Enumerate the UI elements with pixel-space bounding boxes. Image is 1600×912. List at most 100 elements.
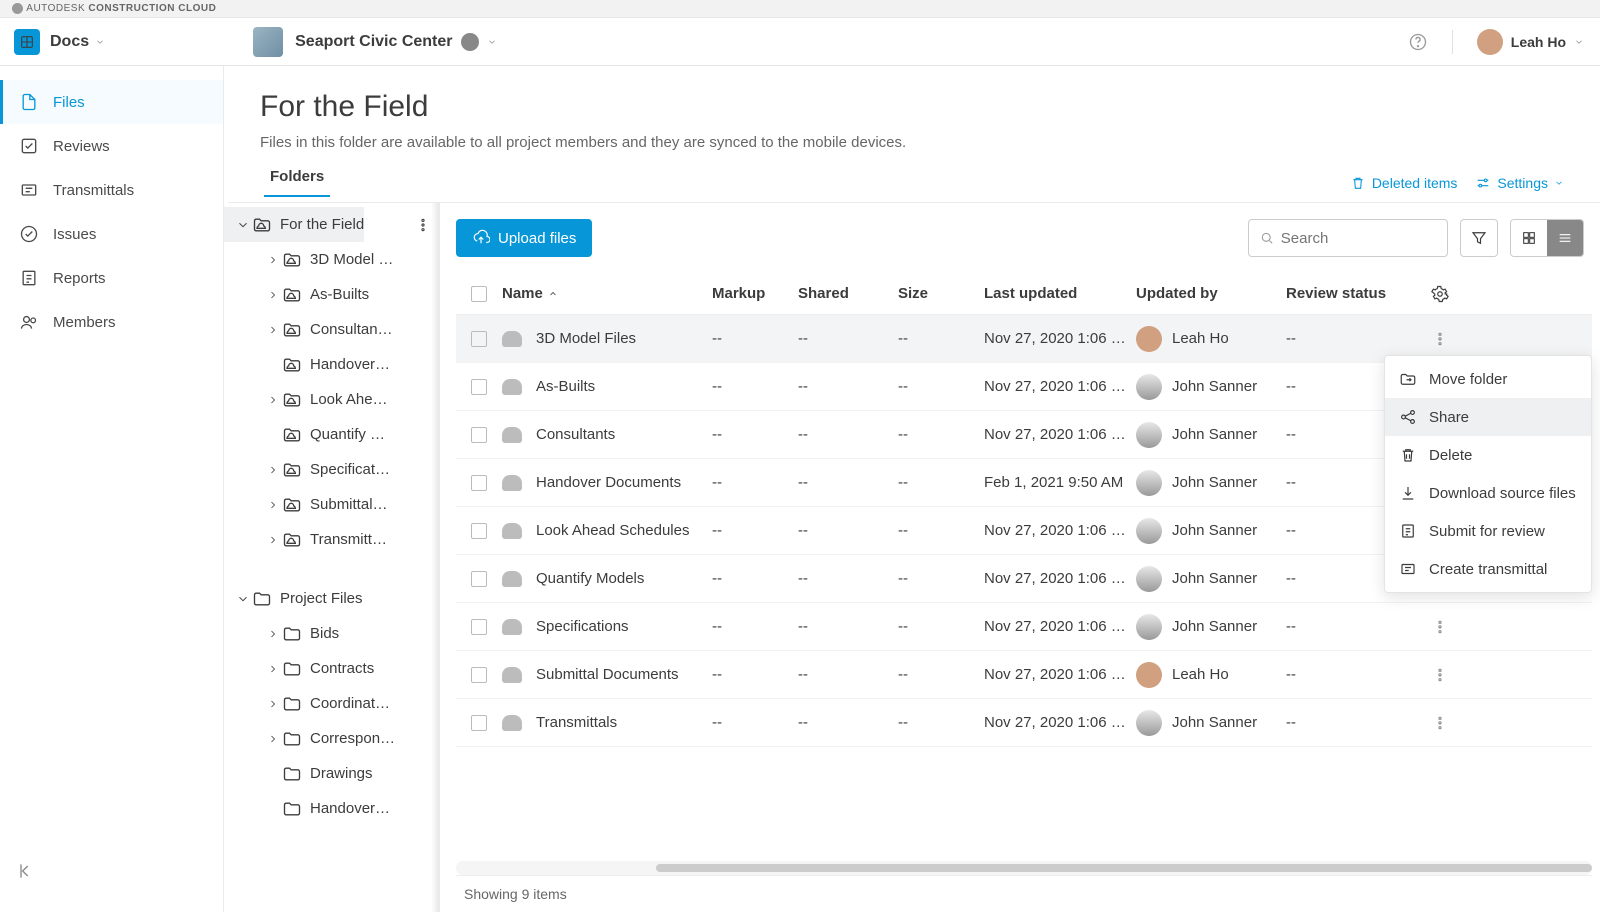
nav-label: Files bbox=[53, 94, 85, 111]
collapse-nav-icon[interactable] bbox=[16, 861, 36, 881]
search-input[interactable] bbox=[1281, 230, 1437, 247]
cloud-folder-icon bbox=[502, 331, 522, 347]
row-checkbox[interactable] bbox=[471, 475, 487, 491]
tree-item[interactable]: Drawings bbox=[224, 756, 439, 791]
col-updated[interactable]: Last updated bbox=[984, 285, 1136, 302]
col-by[interactable]: Updated by bbox=[1136, 285, 1286, 302]
tree-item[interactable]: Handover… bbox=[224, 791, 439, 826]
avatar bbox=[1136, 566, 1162, 592]
tree-item[interactable]: Look Ahe… bbox=[224, 382, 439, 417]
row-more-button[interactable] bbox=[1422, 331, 1458, 347]
cloud-folder-icon bbox=[502, 571, 522, 587]
file-name: 3D Model Files bbox=[536, 330, 636, 347]
cloud-folder-icon bbox=[502, 667, 522, 683]
search-icon bbox=[1259, 229, 1275, 247]
table-row[interactable]: Transmittals -- -- -- Nov 27, 2020 1:06 … bbox=[456, 699, 1592, 747]
brand-bar: AUTODESK CONSTRUCTION CLOUD bbox=[0, 0, 1600, 18]
row-checkbox[interactable] bbox=[471, 427, 487, 443]
table-header: Name Markup Shared Size Last updated Upd… bbox=[456, 273, 1592, 315]
chevron-down-icon bbox=[487, 37, 497, 47]
nav-members[interactable]: Members bbox=[0, 300, 223, 344]
user-avatar bbox=[1477, 29, 1503, 55]
row-checkbox[interactable] bbox=[471, 667, 487, 683]
cm-create-transmittal[interactable]: Create transmittal bbox=[1385, 550, 1591, 588]
tree-item[interactable]: Contracts bbox=[224, 651, 439, 686]
cloud-folder-icon bbox=[502, 379, 522, 395]
globe-icon bbox=[461, 33, 479, 51]
col-settings[interactable] bbox=[1422, 285, 1458, 303]
tree-item[interactable]: Correspon… bbox=[224, 721, 439, 756]
file-name: Handover Documents bbox=[536, 474, 681, 491]
project-name: Seaport Civic Center bbox=[295, 33, 452, 51]
list-view-button[interactable] bbox=[1547, 220, 1583, 256]
tree-item[interactable]: Handover… bbox=[224, 347, 439, 382]
nav-transmittals[interactable]: Transmittals bbox=[0, 168, 223, 212]
tree-root-for-the-field[interactable]: For the Field bbox=[224, 207, 364, 242]
tree-item[interactable]: Specificat… bbox=[224, 452, 439, 487]
user-menu[interactable]: Leah Ho bbox=[1477, 29, 1584, 55]
tree-item[interactable]: Submittal… bbox=[224, 487, 439, 522]
file-name: Look Ahead Schedules bbox=[536, 522, 689, 539]
tree-item[interactable]: Consultan… bbox=[224, 312, 439, 347]
cloud-folder-icon bbox=[502, 619, 522, 635]
nav-label: Reviews bbox=[53, 138, 110, 155]
tree-item[interactable]: As-Builts bbox=[224, 277, 439, 312]
cm-download[interactable]: Download source files bbox=[1385, 474, 1591, 512]
tree-root-project-files[interactable]: Project Files bbox=[224, 581, 439, 616]
row-context-menu: Move folder Share Delete Download source… bbox=[1384, 355, 1592, 593]
cloud-folder-icon bbox=[502, 523, 522, 539]
tree-item[interactable]: Quantify … bbox=[224, 417, 439, 452]
cloud-folder-icon bbox=[502, 427, 522, 443]
row-checkbox[interactable] bbox=[471, 523, 487, 539]
row-checkbox[interactable] bbox=[471, 331, 487, 347]
col-markup[interactable]: Markup bbox=[712, 285, 798, 302]
cm-delete[interactable]: Delete bbox=[1385, 436, 1591, 474]
search-box[interactable] bbox=[1248, 219, 1448, 257]
help-icon[interactable] bbox=[1408, 32, 1428, 52]
row-checkbox[interactable] bbox=[471, 379, 487, 395]
deleted-items-link[interactable]: Deleted items bbox=[1350, 175, 1458, 191]
horizontal-scrollbar[interactable] bbox=[456, 861, 1592, 875]
upload-files-button[interactable]: Upload files bbox=[456, 219, 592, 257]
page-title: For the Field bbox=[260, 90, 1600, 124]
nav-files[interactable]: Files bbox=[0, 80, 223, 124]
tree-more-icon[interactable] bbox=[415, 217, 431, 233]
table-row[interactable]: Submittal Documents -- -- -- Nov 27, 202… bbox=[456, 651, 1592, 699]
tab-folders[interactable]: Folders bbox=[264, 168, 330, 197]
nav-issues[interactable]: Issues bbox=[0, 212, 223, 256]
row-checkbox[interactable] bbox=[471, 715, 487, 731]
col-review[interactable]: Review status bbox=[1286, 285, 1422, 302]
left-nav: Files Reviews Transmittals Issues Report… bbox=[0, 66, 224, 912]
nav-label: Issues bbox=[53, 226, 96, 243]
table-row[interactable]: Specifications -- -- -- Nov 27, 2020 1:0… bbox=[456, 603, 1592, 651]
filter-button[interactable] bbox=[1460, 219, 1498, 257]
cm-submit-review[interactable]: Submit for review bbox=[1385, 512, 1591, 550]
tree-item[interactable]: Coordinat… bbox=[224, 686, 439, 721]
app-header: Docs Seaport Civic Center Leah Ho bbox=[0, 18, 1600, 66]
nav-reports[interactable]: Reports bbox=[0, 256, 223, 300]
grid-view-button[interactable] bbox=[1511, 220, 1547, 256]
row-more-button[interactable] bbox=[1422, 619, 1458, 635]
brand-text: AUTODESK CONSTRUCTION CLOUD bbox=[23, 3, 216, 14]
tree-item[interactable]: Bids bbox=[224, 616, 439, 651]
cloud-folder-icon bbox=[502, 475, 522, 491]
nav-reviews[interactable]: Reviews bbox=[0, 124, 223, 168]
folder-tree: For the Field 3D Model …As-BuiltsConsult… bbox=[224, 203, 440, 912]
row-checkbox[interactable] bbox=[471, 619, 487, 635]
cm-move-folder[interactable]: Move folder bbox=[1385, 360, 1591, 398]
settings-link[interactable]: Settings bbox=[1475, 175, 1564, 191]
select-all-checkbox[interactable] bbox=[471, 286, 487, 302]
nav-label: Transmittals bbox=[53, 182, 134, 199]
tree-item[interactable]: 3D Model … bbox=[224, 242, 439, 277]
col-shared[interactable]: Shared bbox=[798, 285, 898, 302]
row-more-button[interactable] bbox=[1422, 667, 1458, 683]
col-size[interactable]: Size bbox=[898, 285, 984, 302]
col-name[interactable]: Name bbox=[502, 285, 712, 302]
row-checkbox[interactable] bbox=[471, 571, 487, 587]
row-more-button[interactable] bbox=[1422, 715, 1458, 731]
project-picker[interactable]: Seaport Civic Center bbox=[253, 27, 496, 57]
module-switcher[interactable]: Docs bbox=[4, 18, 113, 65]
tree-item[interactable]: Transmitt… bbox=[224, 522, 439, 557]
cm-share[interactable]: Share bbox=[1385, 398, 1591, 436]
sort-asc-icon bbox=[547, 288, 559, 300]
